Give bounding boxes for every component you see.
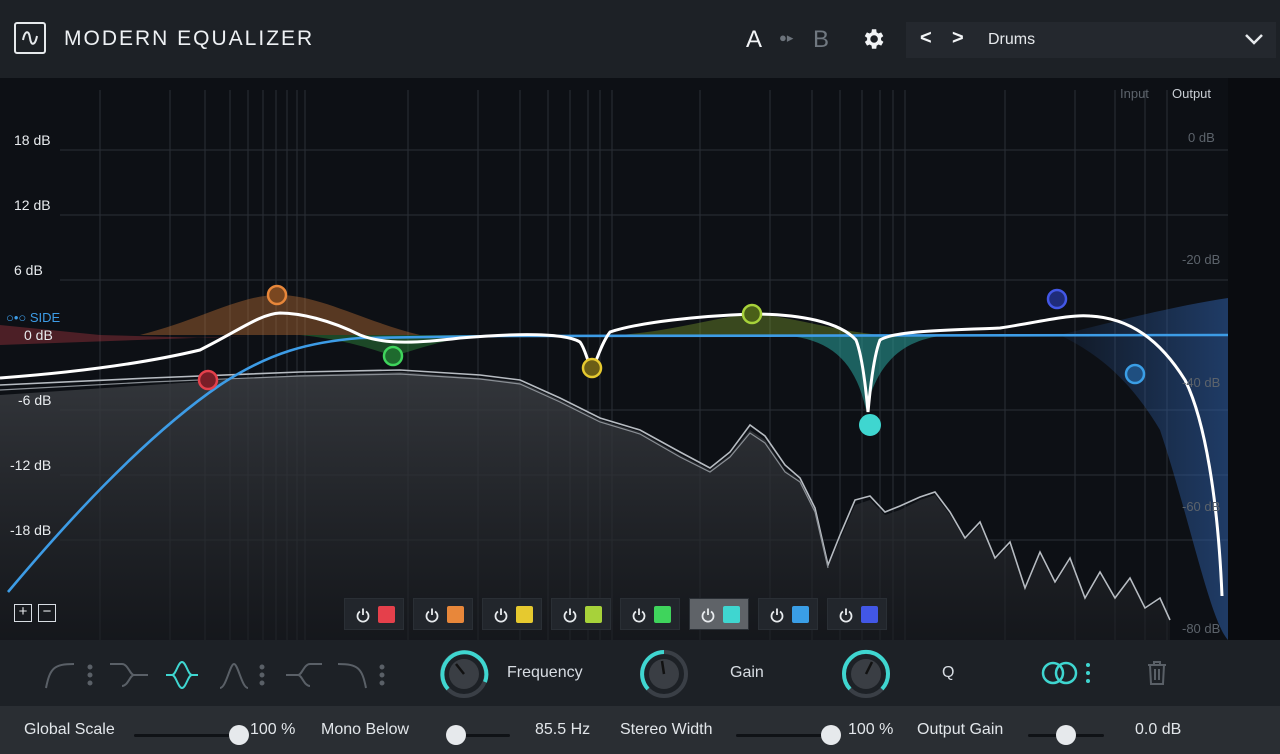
db-label: -12 dB xyxy=(10,457,52,473)
band-node-red xyxy=(197,369,219,391)
band-button-1[interactable] xyxy=(344,598,404,630)
band-button-6[interactable] xyxy=(689,598,749,630)
band-color-swatch[interactable] xyxy=(861,606,878,623)
db-label: 0 dB xyxy=(24,327,53,343)
stereo-link-icon: ○•○ xyxy=(6,310,30,325)
global-settings-bar: Global Scale 100 % Mono Below 85.5 Hz St… xyxy=(0,706,1280,754)
low-shelf-icon xyxy=(110,663,148,687)
zoom-out-button[interactable]: − xyxy=(38,604,56,622)
band-color-swatch[interactable] xyxy=(654,606,671,623)
power-icon[interactable] xyxy=(355,607,371,623)
power-icon[interactable] xyxy=(562,607,578,623)
q-knob[interactable] xyxy=(840,648,892,700)
filter-type-selector xyxy=(45,660,385,690)
band-button-8[interactable] xyxy=(827,598,887,630)
stereo-mode-icon[interactable] xyxy=(1040,660,1096,688)
preset-selector[interactable]: < > Drums xyxy=(906,22,1276,58)
band-button-7[interactable] xyxy=(758,598,818,630)
bell-icon xyxy=(166,660,198,690)
mono-below-label: Mono Below xyxy=(321,721,410,738)
global-scale-value: 100 % xyxy=(250,721,296,738)
eq-display[interactable] xyxy=(0,78,1228,640)
logo-icon xyxy=(14,22,46,54)
band-color-swatch[interactable] xyxy=(723,606,740,623)
high-shelf-icon xyxy=(286,663,322,687)
band-fill-teal xyxy=(780,335,950,410)
chevron-down-icon[interactable] xyxy=(1244,32,1264,46)
band-node-teal xyxy=(859,414,881,436)
band-color-swatch[interactable] xyxy=(516,606,533,623)
band-node-yellow xyxy=(581,357,603,379)
power-icon[interactable] xyxy=(700,607,716,623)
output-gain-thumb[interactable] xyxy=(1056,725,1076,745)
power-icon[interactable] xyxy=(424,607,440,623)
band-button-3[interactable] xyxy=(482,598,542,630)
power-icon[interactable] xyxy=(838,607,854,623)
band-node-lime xyxy=(741,303,763,325)
stereo-width-label: Stereo Width xyxy=(620,721,713,738)
db-label: 12 dB xyxy=(14,197,51,213)
global-scale-thumb[interactable] xyxy=(228,725,249,745)
side-label-text: SIDE xyxy=(29,310,61,325)
output-db-label: -60 dB xyxy=(1182,499,1221,514)
band-color-swatch[interactable] xyxy=(792,606,809,623)
prev-preset-button[interactable]: < xyxy=(920,27,932,50)
power-icon[interactable] xyxy=(493,607,509,623)
stereo-width-value: 100 % xyxy=(848,721,894,738)
header-bar: MODERN EQUALIZER A ●▸ B < > Drums xyxy=(0,0,1280,78)
db-label: -6 dB xyxy=(18,392,52,408)
band-node-blue xyxy=(1124,363,1146,385)
output-gain-label: Output Gain xyxy=(917,721,1004,738)
ab-b-button[interactable]: B xyxy=(813,26,829,54)
band-button-2[interactable] xyxy=(413,598,473,630)
band-node-green xyxy=(382,345,404,367)
frequency-label: Frequency xyxy=(507,664,583,681)
band-color-swatch[interactable] xyxy=(378,606,395,623)
low-cut-icon xyxy=(45,663,75,689)
db-label: -18 dB xyxy=(10,522,52,538)
band-fill-blue xyxy=(1060,298,1228,640)
high-cut-icon xyxy=(337,663,367,689)
band-color-swatch[interactable] xyxy=(585,606,602,623)
power-icon[interactable] xyxy=(769,607,785,623)
power-icon[interactable] xyxy=(631,607,647,623)
gain-label: Gain xyxy=(730,664,764,681)
mono-below-value: 85.5 Hz xyxy=(535,721,591,738)
frequency-knob[interactable] xyxy=(438,648,490,700)
trash-icon[interactable] xyxy=(1146,660,1168,686)
input-label[interactable]: Input xyxy=(1120,86,1149,101)
output-db-label: -20 dB xyxy=(1182,252,1221,267)
mono-below-thumb[interactable] xyxy=(446,725,466,745)
band-node-indigo xyxy=(1046,288,1068,310)
ab-a-button[interactable]: A xyxy=(746,26,762,54)
app-title: MODERN EQUALIZER xyxy=(64,27,315,50)
band-button-5[interactable] xyxy=(620,598,680,630)
output-gain-value: 0.0 dB xyxy=(1135,721,1182,738)
global-scale-label: Global Scale xyxy=(24,721,115,738)
next-preset-button[interactable]: > xyxy=(952,27,964,50)
notch-icon xyxy=(219,662,249,689)
preset-name: Drums xyxy=(988,31,1036,48)
output-db-label: -80 dB xyxy=(1182,621,1221,636)
output-db-label: -40 dB xyxy=(1182,375,1221,390)
eq-graph[interactable]: 18 dB 12 dB 6 dB 0 dB -6 dB -12 dB -18 d… xyxy=(0,78,1228,640)
zoom-in-button[interactable]: + xyxy=(14,604,32,622)
band-controls: Frequency Gain Q xyxy=(0,640,1280,706)
db-label: 18 dB xyxy=(14,132,51,148)
q-label: Q xyxy=(942,664,955,681)
db-label: 6 dB xyxy=(14,262,43,278)
output-db-label: 0 dB xyxy=(1188,130,1215,145)
stereo-width-thumb[interactable] xyxy=(821,725,841,745)
output-label[interactable]: Output xyxy=(1172,86,1211,101)
band-node-orange xyxy=(266,284,288,306)
output-meter xyxy=(1228,78,1280,640)
side-mode-toggle[interactable]: ○•○ SIDE xyxy=(6,310,60,325)
global-scale-slider[interactable] xyxy=(134,734,244,737)
band-color-swatch[interactable] xyxy=(447,606,464,623)
gain-knob[interactable] xyxy=(638,648,690,700)
ab-copy-icon[interactable]: ●▸ xyxy=(779,30,793,46)
band-button-4[interactable] xyxy=(551,598,611,630)
gear-icon[interactable] xyxy=(860,26,886,52)
